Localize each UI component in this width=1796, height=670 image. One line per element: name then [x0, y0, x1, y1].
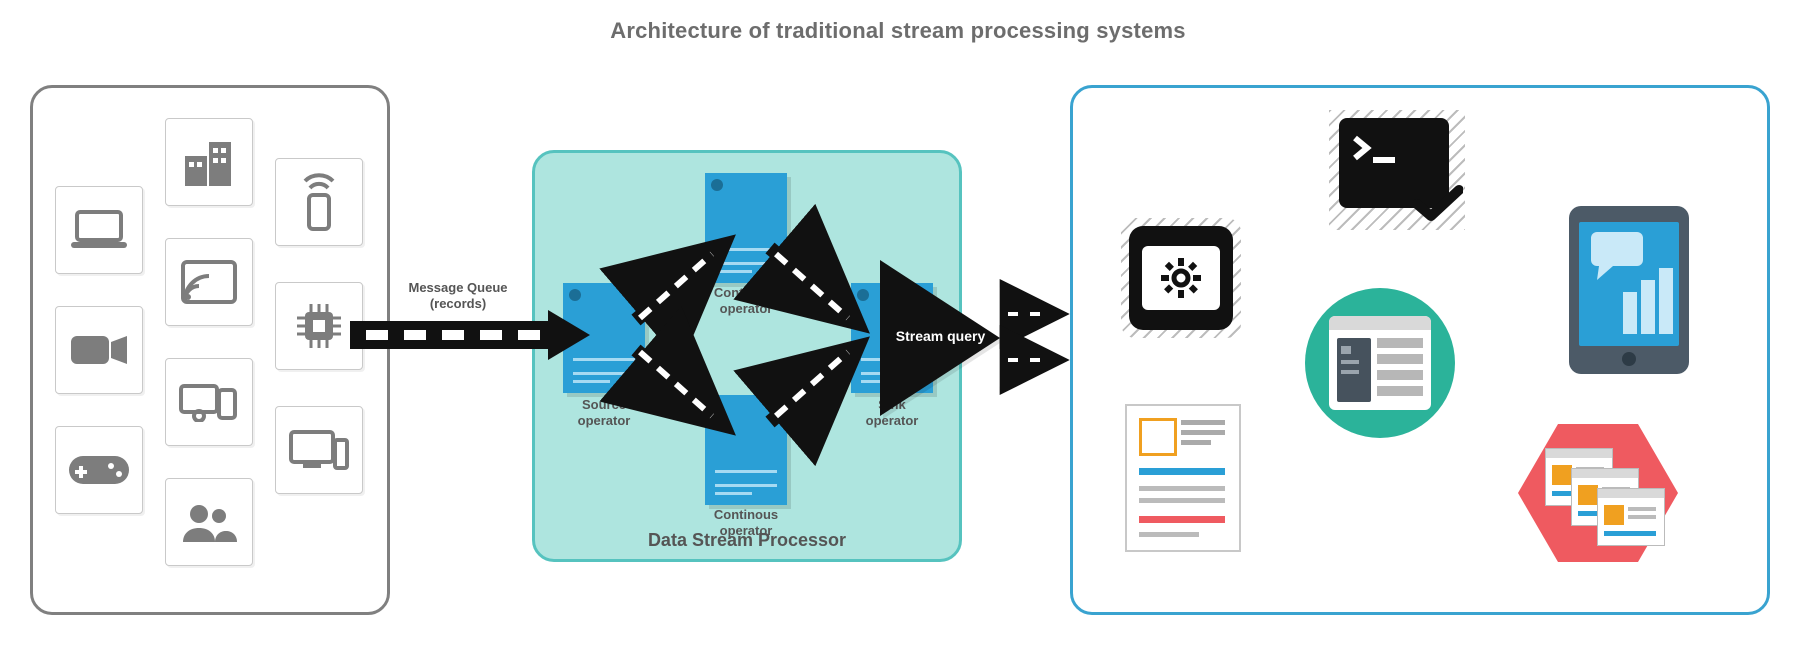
source-operator-icon [563, 283, 645, 393]
settings-app-icon [1129, 226, 1233, 330]
chip-icon [275, 282, 363, 370]
message-queue-label: Message Queue (records) [398, 280, 518, 313]
camera-icon [55, 306, 143, 394]
cascading-windows-icon [1513, 418, 1683, 568]
terminal-check-icon [1339, 118, 1449, 208]
building-icon [165, 118, 253, 206]
laptop-icon [55, 186, 143, 274]
source-operator-label: Source operator [563, 397, 645, 430]
diagram-title: Architecture of traditional stream proce… [0, 18, 1796, 44]
continuous-operator-top-icon [705, 173, 787, 283]
continuous-bottom-label: Continous operator [699, 507, 793, 540]
document-icon [1125, 404, 1241, 552]
devices-icon [165, 358, 253, 446]
sources-panel [30, 85, 390, 615]
stream-query-label: Stream query [893, 328, 988, 344]
continuous-operator-bottom-icon [705, 395, 787, 505]
gamepad-icon [55, 426, 143, 514]
users-icon [165, 478, 253, 566]
desktop-icon [275, 406, 363, 494]
diagram-stage: Architecture of traditional stream proce… [0, 0, 1796, 670]
continuous-top-label: Continous operator [699, 285, 793, 318]
mobile-chat-icon [1569, 206, 1689, 374]
sinks-panel [1070, 85, 1770, 615]
cast-icon [165, 238, 253, 326]
browser-app-icon [1305, 288, 1455, 438]
iot-icon [275, 158, 363, 246]
